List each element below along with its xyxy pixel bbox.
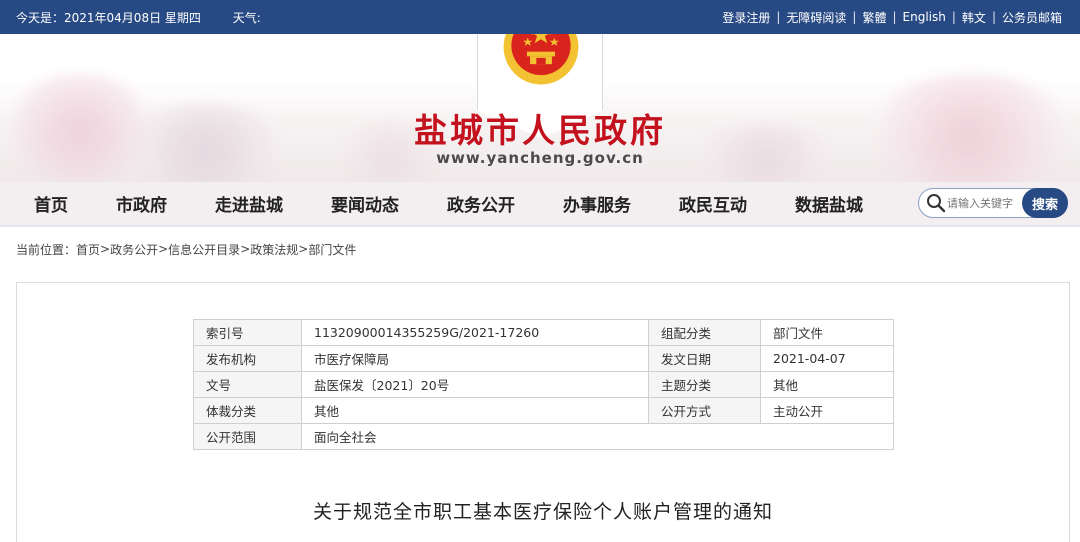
breadcrumb-prefix: 当前位置： [16,242,77,257]
civil-servant-mail-link[interactable]: 公务员邮箱 [1002,9,1062,26]
content-panel: 索引号 11320900014355259G/2021-17260 组配分类 部… [16,282,1070,542]
site-title: 盐城市人民政府 [414,111,666,150]
search-icon [927,194,946,213]
search-input[interactable] [947,196,1021,210]
nav-item-home[interactable]: 首页 [34,191,68,216]
nav-divider [0,225,1080,233]
breadcrumb-item[interactable]: 政策法规 [250,241,298,258]
divider: | [892,10,897,24]
nav-item-about-yancheng[interactable]: 走进盐城 [215,191,283,216]
nav-item-city-government[interactable]: 市政府 [116,191,167,216]
breadcrumb: 当前位置： 首页 > 政务公开 > 信息公开目录 > 政策法规 > 部门文件 [0,233,1080,265]
meta-value: 其他 [760,371,894,398]
document-meta-table: 索引号 11320900014355259G/2021-17260 组配分类 部… [193,319,894,450]
meta-key: 体裁分类 [193,397,302,424]
meta-key: 公开范围 [193,423,302,450]
divider: | [852,10,857,24]
site-url: www.yancheng.gov.cn [436,149,644,167]
divider: | [991,10,996,24]
top-links: 登录注册 | 无障碍阅读 | 繁體 | English | 韩文 | 公务员邮箱 [722,9,1062,26]
meta-key: 主题分类 [648,371,761,398]
breadcrumb-separator: > [240,242,251,256]
table-row: 索引号 11320900014355259G/2021-17260 组配分类 部… [193,319,894,346]
header-banner: 盐城市人民政府 www.yancheng.gov.cn [0,34,1080,182]
breadcrumb-separator: > [298,242,309,256]
search-button[interactable]: 搜索 [1022,188,1068,218]
breadcrumb-separator: > [158,242,169,256]
divider: | [951,10,956,24]
table-row: 公开范围 面向全社会 [193,423,894,450]
weather-label: 天气: [232,10,261,25]
table-row: 体裁分类 其他 公开方式 主动公开 [193,397,894,424]
table-row: 发布机构 市医疗保障局 发文日期 2021-04-07 [193,345,894,372]
date-text: 今天是：2021年04月08日 星期四 [16,10,201,25]
meta-value: 2021-04-07 [760,345,894,372]
breadcrumb-item[interactable]: 部门文件 [308,241,356,258]
meta-value: 部门文件 [760,319,894,346]
meta-key: 组配分类 [648,319,761,346]
main-nav: 首页 市政府 走进盐城 要闻动态 政务公开 办事服务 政民互动 数据盐城 搜索 [0,182,1080,225]
english-link[interactable]: English [903,10,946,24]
traditional-chinese-link[interactable]: 繁體 [862,9,886,26]
nav-item-data[interactable]: 数据盐城 [795,191,863,216]
meta-key: 发布机构 [193,345,302,372]
table-row: 文号 盐医保发〔2021〕20号 主题分类 其他 [193,371,894,398]
meta-key: 发文日期 [648,345,761,372]
meta-value: 市医疗保障局 [301,345,649,372]
meta-value: 其他 [301,397,649,424]
nav-item-government-affairs[interactable]: 政务公开 [447,191,515,216]
nav-items: 首页 市政府 走进盐城 要闻动态 政务公开 办事服务 政民互动 数据盐城 [34,191,911,216]
nav-item-interaction[interactable]: 政民互动 [679,191,747,216]
date-weather: 今天是：2021年04月08日 星期四 天气: [16,9,289,26]
meta-value: 盐医保发〔2021〕20号 [301,371,649,398]
breadcrumb-item[interactable]: 政务公开 [110,241,158,258]
meta-key: 文号 [193,371,302,398]
top-bar: 今天是：2021年04月08日 星期四 天气: 登录注册 | 无障碍阅读 | 繁體 |… [0,0,1080,34]
divider: | [776,10,781,24]
breadcrumb-item[interactable]: 信息公开目录 [168,241,240,258]
meta-key: 公开方式 [648,397,761,424]
national-emblem-icon [503,34,579,85]
korean-link[interactable]: 韩文 [962,9,986,26]
meta-value: 11320900014355259G/2021-17260 [301,319,649,346]
nav-item-news[interactable]: 要闻动态 [331,191,399,216]
login-register-link[interactable]: 登录注册 [722,9,770,26]
accessibility-link[interactable]: 无障碍阅读 [786,9,846,26]
nav-item-services[interactable]: 办事服务 [563,191,631,216]
breadcrumb-item[interactable]: 首页 [76,241,100,258]
document-title: 关于规范全市职工基本医疗保险个人账户管理的通知 [312,501,773,523]
meta-value: 主动公开 [760,397,894,424]
meta-key: 索引号 [193,319,302,346]
search-box: 搜索 [918,188,1068,218]
breadcrumb-separator: > [100,242,111,256]
meta-value: 面向全社会 [301,423,894,450]
